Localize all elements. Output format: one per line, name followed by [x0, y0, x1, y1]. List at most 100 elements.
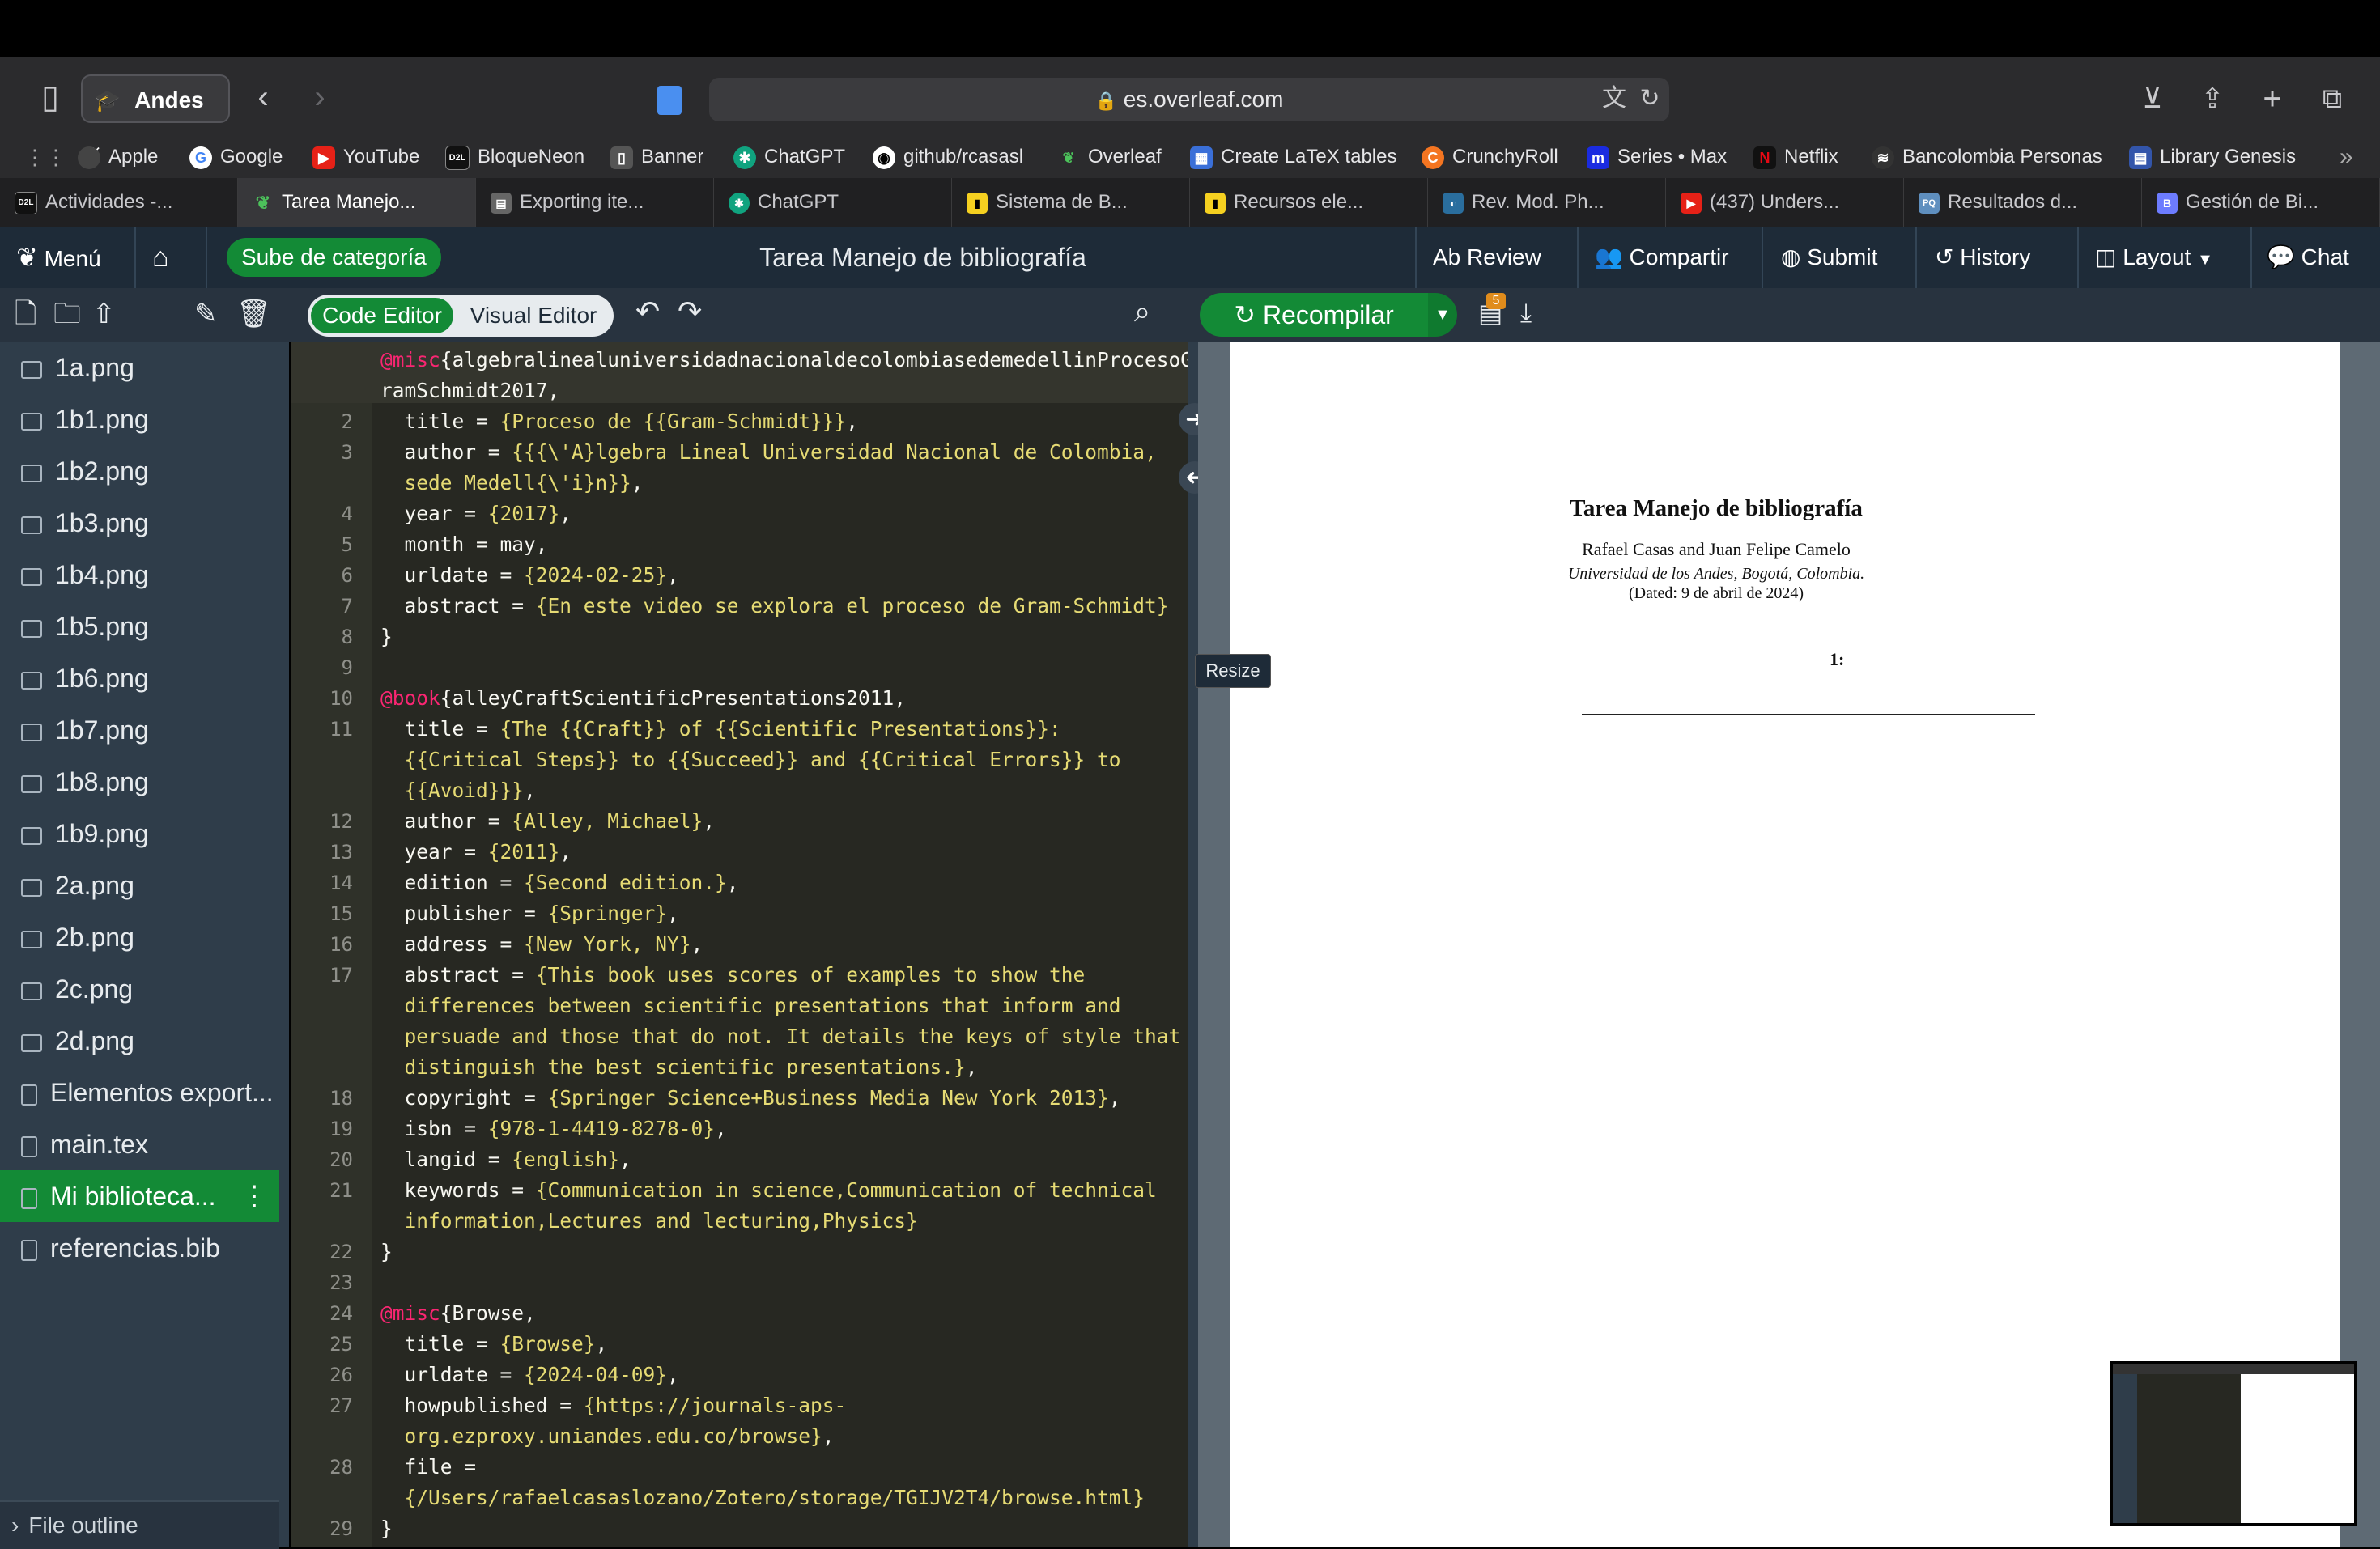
rename-icon[interactable]: ✎ [194, 298, 218, 330]
back-icon[interactable]: ‹ [243, 73, 283, 121]
profile-selector[interactable]: 🎓 Andes ⌄ [81, 74, 230, 155]
line-number: 29 [329, 1517, 353, 1540]
bookmark-github[interactable]: ◉ github/rcasasl [873, 136, 1023, 178]
bookmark-google[interactable]: G Google [189, 136, 283, 178]
tab-gestion[interactable]: B Gestión de Bi... [2142, 178, 2380, 227]
refresh-icon: ↻ [1234, 300, 1256, 329]
code-editor-button[interactable]: Code Editor [311, 298, 453, 333]
profile-name: Andes [134, 87, 204, 112]
file-item[interactable]: 1b8.png [0, 756, 279, 808]
url-bar[interactable]: 🔒 es.overleaf.com [709, 78, 1669, 121]
recompile-button[interactable]: ↻ Recompilar [1200, 293, 1428, 337]
translate-icon[interactable]: 文 [1595, 74, 1634, 123]
tab-actividades[interactable]: D2L Actividades -... [0, 178, 238, 227]
code-line: keywords = {Communication in science,Com… [380, 1175, 1157, 1206]
tab-rev-mod-phys[interactable]: ◐ Rev. Mod. Ph... [1428, 178, 1666, 227]
share-icon[interactable]: ⇪ [2192, 74, 2233, 123]
bookmark-max[interactable]: m Series • Max [1587, 136, 1727, 178]
bookmark-apple[interactable]: Apple [78, 136, 158, 178]
tab-chatgpt[interactable]: ✱ ChatGPT [714, 178, 952, 227]
bookmark-library-genesis[interactable]: ▤ Library Genesis [2129, 136, 2296, 178]
code-text: file = [380, 1455, 477, 1479]
file-item[interactable]: 1a.png [0, 342, 279, 393]
image-file-icon [21, 774, 42, 793]
history-button[interactable]: ↺ History [1935, 227, 2030, 288]
tab-resultados[interactable]: PQ Resultados d... [1904, 178, 2142, 227]
file-item[interactable]: 1b4.png [0, 549, 279, 601]
download-icon[interactable]: ⊻ [2132, 74, 2173, 123]
file-item[interactable]: Elementos export... [0, 1067, 279, 1118]
bookmark-bloqueneon[interactable]: D2L BloqueNeon [445, 136, 584, 178]
file-item[interactable]: 1b6.png [0, 652, 279, 704]
delete-icon[interactable]: 🗑 [236, 298, 271, 330]
reload-icon[interactable]: ↻ [1634, 74, 1666, 123]
new-file-icon[interactable]: 🗋 [15, 298, 36, 330]
file-item[interactable]: 2a.png [0, 859, 279, 911]
bibtex-value: sede Medell{\'i}n}} [404, 471, 631, 494]
forward-icon[interactable]: › [300, 73, 340, 121]
line-number: 24 [329, 1302, 353, 1325]
file-outline-toggle[interactable]: › File outline [0, 1500, 279, 1549]
project-title[interactable]: Tarea Manejo de bibliografía [648, 227, 1198, 288]
review-button[interactable]: Ab Review [1433, 227, 1541, 288]
download-pdf-icon[interactable]: ⤓ [1520, 298, 1532, 329]
file-item[interactable]: 1b2.png [0, 445, 279, 497]
tab-sistema[interactable]: ▮ Sistema de B... [952, 178, 1190, 227]
file-item[interactable]: 1b9.png [0, 808, 279, 859]
editor-pdf-splitter[interactable] [1188, 342, 1198, 1547]
bookmark-latex-tables[interactable]: ▦ Create LaTeX tables [1190, 136, 1396, 178]
sidebar-toggle-icon[interactable]: ▯ [29, 73, 71, 121]
file-item[interactable]: 1b5.png [0, 601, 279, 652]
bookmark-banner[interactable]: ▯ Banner [610, 136, 703, 178]
bookmark-crunchyroll[interactable]: C CrunchyRoll [1422, 136, 1558, 178]
github-icon: ◉ [873, 146, 895, 169]
file-name: 1b8.png [55, 767, 149, 796]
redo-icon[interactable]: ↷ [678, 295, 702, 329]
bookmark-chatgpt[interactable]: ✱ ChatGPT [733, 136, 845, 178]
tab-youtube[interactable]: ▶ (437) Unders... [1666, 178, 1904, 227]
bookmark-youtube[interactable]: ▶ YouTube [312, 136, 419, 178]
file-item[interactable]: 2c.png [0, 963, 279, 1015]
visual-editor-button[interactable]: Visual Editor [458, 298, 609, 333]
file-item[interactable]: 1b3.png [0, 497, 279, 549]
file-item[interactable]: 1b1.png [0, 393, 279, 445]
tab-exporting[interactable]: ▤ Exporting ite... [476, 178, 714, 227]
new-tab-icon[interactable]: + [2252, 74, 2293, 123]
menu-button[interactable]: ❦ Menú [16, 227, 101, 288]
bookmark-overleaf[interactable]: ❦ Overleaf [1057, 136, 1161, 178]
file-tree-splitter[interactable] [279, 342, 289, 1547]
more-bookmarks-icon[interactable]: » [2340, 136, 2353, 178]
line-number: 13 [329, 841, 353, 864]
bookmark-bancolombia[interactable]: ≋ Bancolombia Personas [1872, 136, 2102, 178]
file-item[interactable]: 2d.png [0, 1015, 279, 1067]
share-button[interactable]: 👥 Compartir [1595, 227, 1729, 288]
search-icon[interactable]: ⌕ [1134, 295, 1150, 329]
home-icon[interactable]: ⌂ [152, 227, 169, 288]
file-item[interactable]: referencias.bib [0, 1222, 279, 1274]
new-folder-icon[interactable]: 🗀 [53, 298, 81, 330]
submit-button[interactable]: ◍ Submit [1781, 227, 1877, 288]
undo-icon[interactable]: ↶ [635, 295, 660, 329]
code-editor[interactable]: 1234567891011121314151617181920212223242… [291, 342, 1188, 1547]
line-number: 21 [329, 1179, 353, 1202]
tab-tarea-manejo[interactable]: ❦ Tarea Manejo... [238, 178, 476, 227]
bookmark-netflix[interactable]: N Netflix [1753, 136, 1838, 178]
screenshot-thumbnail[interactable] [2110, 1361, 2357, 1526]
chat-button[interactable]: 💬 Chat [2267, 227, 2349, 288]
header-divider [134, 227, 136, 288]
upload-icon[interactable]: ⇧ [92, 298, 116, 330]
file-menu-icon[interactable]: ⋮ [240, 1170, 268, 1222]
file-item[interactable]: 2b.png [0, 911, 279, 963]
file-name: 2a.png [55, 871, 134, 900]
layout-button[interactable]: ◫ Layout ▼ [2095, 227, 2213, 288]
file-item[interactable]: 1b7.png [0, 704, 279, 756]
code-text: author = [380, 440, 512, 464]
code-text: {Browse, [440, 1301, 536, 1325]
grid-icon[interactable]: ⋮⋮ [24, 136, 66, 178]
tab-overview-icon[interactable]: ⧉ [2312, 74, 2352, 123]
upgrade-button[interactable]: Sube de categoría [227, 238, 441, 277]
tab-recursos[interactable]: ▮ Recursos ele... [1190, 178, 1428, 227]
file-item[interactable]: Mi biblioteca... ⋮ [0, 1170, 279, 1222]
file-item[interactable]: main.tex [0, 1118, 279, 1170]
line-number: 6 [341, 564, 353, 587]
